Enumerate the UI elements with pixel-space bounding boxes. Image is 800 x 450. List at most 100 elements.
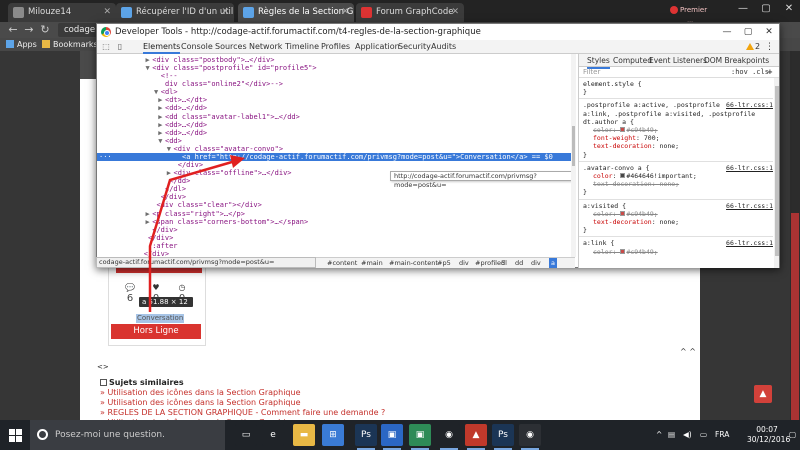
dom-node-line[interactable]: </div>: [97, 250, 575, 257]
expand-triangle-icon[interactable]: ▶: [145, 210, 149, 218]
color-swatch-icon[interactable]: [620, 173, 626, 178]
style-property-value[interactable]: none;: [660, 142, 680, 150]
tab-close-icon[interactable]: ✕: [341, 3, 349, 22]
expand-triangle-icon[interactable]: ▶: [145, 218, 149, 226]
dom-breadcrumb-item[interactable]: #content: [327, 258, 357, 268]
style-property-name[interactable]: text-decoration: [593, 180, 652, 188]
styles-scroll-thumb[interactable]: [775, 86, 779, 256]
similar-topic-link[interactable]: » Utilisation des icônes dans la Section…: [100, 398, 440, 408]
bookmark-bookmarks[interactable]: Bookmarks: [42, 38, 98, 51]
collapse-icon[interactable]: [100, 379, 107, 386]
dom-node-line[interactable]: </div>: [97, 234, 575, 242]
page-scrollbar[interactable]: [790, 51, 800, 420]
new-style-rule-button[interactable]: +: [767, 67, 773, 78]
dom-breadcrumb-item[interactable]: #main: [361, 258, 383, 268]
styles-tab-computed[interactable]: Computed: [613, 54, 652, 67]
style-property-value[interactable]: 700;: [644, 134, 660, 142]
devtools-minimize-button[interactable]: —: [717, 24, 737, 40]
explorer-icon[interactable]: ▬: [293, 424, 315, 446]
expand-triangle-icon[interactable]: ▶: [167, 169, 171, 177]
warning-count[interactable]: 2: [746, 42, 760, 51]
devtools-tab-security[interactable]: Security: [398, 40, 431, 54]
inspect-element-icon[interactable]: ⬚: [101, 42, 111, 52]
elements-tree[interactable]: ▶ <div class="postbody">…</div> ▼ <div clas…: [97, 54, 575, 257]
dom-node-line[interactable]: ::after: [97, 242, 575, 250]
style-property[interactable]: font-weight: 700;: [593, 134, 779, 142]
dom-node-line[interactable]: ▶ <dd>…</dd>: [97, 129, 575, 137]
expand-triangle-icon[interactable]: ▼: [145, 64, 149, 72]
dom-breadcrumb-item[interactable]: #p5: [437, 258, 451, 268]
dom-breadcrumb-item[interactable]: a: [549, 258, 557, 268]
expand-triangle-icon[interactable]: ▶: [145, 56, 149, 64]
network-icon[interactable]: ▤: [668, 420, 675, 450]
maximize-window-button[interactable]: ▢: [754, 0, 778, 18]
dom-node-line[interactable]: ▶ <dd class="avatar-label1">…</dd>: [97, 113, 575, 121]
input-language[interactable]: FRA: [715, 420, 729, 450]
devtools-maximize-button[interactable]: ▢: [738, 24, 758, 40]
style-property-value[interactable]: none;: [660, 218, 680, 226]
app-blue-icon[interactable]: ▣: [381, 424, 403, 450]
devtools-tab-sources[interactable]: Sources: [215, 40, 247, 54]
dom-node-line[interactable]: ▶ <dd>…</dd>: [97, 121, 575, 129]
stylesheet-link[interactable]: 66-ltr.css:1: [726, 202, 773, 210]
elements-scrollbar[interactable]: [571, 54, 576, 257]
volume-icon[interactable]: ◀): [683, 420, 692, 450]
tab-close-icon[interactable]: ✕: [103, 3, 111, 22]
style-property[interactable]: color: #c94b49;: [593, 126, 779, 134]
browser-tab[interactable]: Forum GraphCode ✕: [356, 3, 464, 22]
close-window-button[interactable]: ✕: [777, 0, 800, 18]
profile-chip[interactable]: Premier utili...: [668, 3, 728, 29]
styles-scrollbar[interactable]: [774, 78, 779, 268]
devtools-tab-timeline[interactable]: Timeline: [285, 40, 319, 54]
dom-node-line[interactable]: </div>: [97, 193, 575, 201]
devtools-menu-icon[interactable]: ⋮: [765, 40, 774, 54]
reload-button[interactable]: ↻: [38, 23, 52, 37]
conversation-link[interactable]: Conversation: [136, 314, 185, 323]
dom-node-line[interactable]: ▼ <dd>: [97, 137, 575, 145]
photoshop-icon[interactable]: Ps: [355, 424, 377, 450]
minimize-window-button[interactable]: —: [731, 0, 755, 18]
devtools-tab-console[interactable]: Console: [181, 40, 213, 54]
device-mode-icon[interactable]: ▯: [115, 42, 125, 52]
start-button[interactable]: [0, 420, 30, 450]
dom-breadcrumb-item[interactable]: dd: [515, 258, 523, 268]
style-property-name[interactable]: text-decoration: [593, 142, 652, 150]
expand-triangle-icon[interactable]: ▶: [158, 121, 162, 129]
styles-tab-event-listeners[interactable]: Event Listeners: [649, 54, 707, 67]
app-green-icon[interactable]: ▣: [409, 424, 431, 450]
stylesheet-link[interactable]: 66-ltr.css:1: [726, 101, 773, 109]
devtools-tab-audits[interactable]: Audits: [431, 40, 456, 54]
dom-breadcrumb-item[interactable]: #main-content: [389, 258, 438, 268]
dom-node-line[interactable]: ▶ <div class="postbody">…</div>: [97, 56, 575, 64]
expand-triangle-icon[interactable]: ▼: [158, 137, 162, 145]
style-property[interactable]: color: #c94b49;: [593, 210, 779, 218]
style-property-name[interactable]: font-weight: [593, 134, 636, 142]
battery-icon[interactable]: ▭: [700, 420, 707, 450]
style-property[interactable]: color: #464646!important;: [593, 172, 779, 180]
dom-node-line[interactable]: ▶ <dd>…</dd>: [97, 104, 575, 112]
expand-triangle-icon[interactable]: ▶: [158, 96, 162, 104]
expand-triangle-icon[interactable]: ▶: [158, 113, 162, 121]
notifications-icon[interactable]: ▢: [789, 420, 796, 450]
hov-cls-toggle[interactable]: :hov .cls: [731, 67, 769, 78]
dom-node-line[interactable]: ▶ <p class="right">…</p>: [97, 210, 575, 218]
dom-node-line[interactable]: <!--: [97, 72, 575, 80]
back-to-top-button[interactable]: ▲: [754, 385, 772, 403]
chrome2-icon[interactable]: ◉: [519, 424, 541, 450]
expand-triangle-icon[interactable]: ▼: [167, 145, 171, 153]
expand-triangle-icon[interactable]: ▼: [154, 88, 158, 96]
style-property-value[interactable]: #c94b49;: [626, 248, 657, 256]
dom-node-line[interactable]: </dl>: [97, 185, 575, 193]
color-swatch-icon[interactable]: [620, 127, 626, 132]
style-property-name[interactable]: color: [593, 172, 613, 180]
style-property[interactable]: text-decoration: none;: [593, 142, 779, 150]
style-property[interactable]: text-decoration: none;: [593, 180, 779, 188]
cortana-search-input[interactable]: Posez-moi une question.: [30, 420, 225, 450]
stylesheet-link[interactable]: 66-ltr.css:1: [726, 164, 773, 172]
dom-node-line[interactable]: </div>: [97, 226, 575, 234]
chrome-icon[interactable]: ◉: [438, 424, 460, 450]
style-property-name[interactable]: color: [593, 248, 613, 256]
devtools-tab-elements[interactable]: Elements: [143, 40, 181, 54]
color-swatch-icon[interactable]: [620, 248, 626, 254]
style-property[interactable]: color: #c94b49;: [593, 248, 779, 256]
